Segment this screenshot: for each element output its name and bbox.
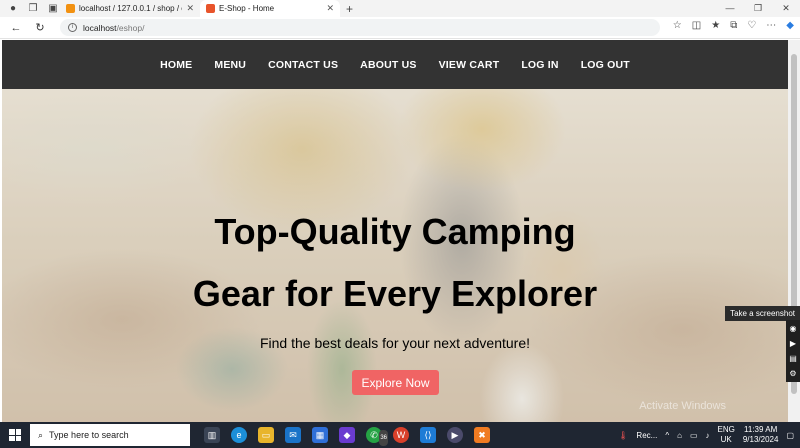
nav-view-cart[interactable]: VIEW CART: [428, 59, 511, 71]
hero-title-line2: Gear for Every Explorer: [192, 273, 598, 314]
close-tab-icon[interactable]: ✕: [326, 3, 334, 14]
site-navbar: HOME MENU CONTACT US ABOUT US VIEW CART …: [2, 40, 788, 89]
whatsapp-badge: 36: [379, 430, 388, 446]
date: 9/13/2024: [742, 435, 779, 444]
url-field[interactable]: i localhost/eshop/: [60, 19, 660, 36]
whatsapp-icon[interactable]: ✆ 36: [366, 427, 388, 446]
recording-icon[interactable]: 🌡: [618, 431, 628, 440]
notifications-icon[interactable]: ▢: [786, 431, 794, 440]
close-tab-icon[interactable]: ✕: [186, 3, 194, 14]
favorites-icon[interactable]: ★: [711, 20, 720, 31]
show-hidden-icons-icon[interactable]: ^: [665, 431, 669, 440]
battery-icon[interactable]: ▭: [690, 431, 698, 440]
workspaces-icon[interactable]: ❐: [26, 2, 40, 16]
hero-content: Top-Quality Camping Gear for Every Explo…: [2, 89, 788, 422]
start-button[interactable]: [6, 426, 24, 444]
recording-label[interactable]: Rec...: [636, 431, 657, 440]
phpmyadmin-favicon-icon: [66, 4, 75, 13]
task-view-icon[interactable]: ▥: [204, 427, 220, 443]
url-path: /eshop/: [116, 22, 145, 33]
split-screen-icon[interactable]: ◫: [692, 20, 701, 31]
capture-toolbar: ◉ ▶ ▤ ⚙: [786, 320, 800, 382]
system-tray: 🌡 Rec... ^ ⌂ ▭ ♪ ENG UK 11:39 AM 9/13/20…: [618, 422, 794, 448]
copilot-icon[interactable]: ◆: [786, 20, 794, 31]
browser-essentials-icon[interactable]: ♡: [747, 20, 756, 31]
nav-contact-us[interactable]: CONTACT US: [257, 59, 349, 71]
windows-taskbar: ⌕ Type here to search ▥ e ▭ ✉ ▦ ◆ ✆ 36 W …: [0, 422, 800, 448]
copilot-taskbar-icon[interactable]: ◆: [339, 427, 355, 443]
url-host: localhost: [83, 22, 117, 33]
extensions-icon[interactable]: ⋯: [766, 20, 776, 31]
collections-icon[interactable]: ⧉: [730, 20, 737, 31]
close-window-icon[interactable]: ✕: [772, 0, 800, 17]
explore-now-button[interactable]: Explore Now: [352, 370, 439, 395]
reload-icon[interactable]: ↻: [32, 21, 48, 34]
tab-phpmyadmin[interactable]: localhost / 127.0.0.1 / shop / orde ✕: [60, 0, 200, 17]
region: UK: [720, 435, 732, 444]
file-explorer-icon[interactable]: ▭: [258, 427, 274, 443]
browser-tab-strip: ● ❐ ▣ localhost / 127.0.0.1 / shop / ord…: [0, 0, 800, 17]
mail-icon[interactable]: ✉: [285, 427, 301, 443]
video-icon[interactable]: ▶: [790, 339, 796, 348]
screenshot-tooltip: Take a screenshot: [725, 306, 800, 321]
hero-section: Top-Quality Camping Gear for Every Explo…: [2, 89, 788, 422]
nav-menu[interactable]: MENU: [203, 59, 257, 71]
language: ENG: [717, 425, 735, 434]
tab-title: E-Shop - Home: [219, 4, 275, 13]
tab-eshop-home[interactable]: E-Shop - Home ✕: [200, 0, 340, 17]
restore-icon[interactable]: ❐: [744, 0, 772, 17]
profile-icon[interactable]: ●: [6, 2, 20, 16]
store-icon[interactable]: ▦: [312, 427, 328, 443]
address-bar: ← ↻ i localhost/eshop/ ☆ ◫ ★ ⧉ ♡ ⋯ ◆: [0, 17, 800, 39]
hero-subtitle: Find the best deals for your next advent…: [259, 335, 531, 351]
nav-about-us[interactable]: ABOUT US: [349, 59, 427, 71]
search-placeholder: Type here to search: [49, 430, 129, 440]
hero-title: Top-Quality Camping Gear for Every Explo…: [2, 201, 788, 325]
site-info-icon[interactable]: i: [68, 23, 77, 32]
wps-office-icon[interactable]: W: [393, 427, 409, 443]
network-icon[interactable]: ⌂: [677, 431, 682, 440]
minimize-icon[interactable]: —: [716, 0, 744, 17]
xampp-icon[interactable]: ✖: [474, 427, 490, 443]
back-icon[interactable]: ←: [8, 22, 24, 34]
browser-toolbar: ☆ ◫ ★ ⧉ ♡ ⋯ ◆: [673, 20, 794, 31]
time: 11:39 AM: [744, 425, 778, 434]
favorite-star-icon[interactable]: ☆: [673, 20, 682, 31]
gallery-icon[interactable]: ▤: [789, 354, 797, 363]
nav-log-in[interactable]: LOG IN: [510, 59, 569, 71]
nav-log-out[interactable]: LOG OUT: [570, 59, 641, 71]
search-icon: ⌕: [38, 429, 44, 440]
clock[interactable]: 11:39 AM 9/13/2024: [743, 425, 779, 445]
volume-icon[interactable]: ♪: [706, 431, 710, 440]
taskbar-search[interactable]: ⌕ Type here to search: [30, 424, 190, 446]
window-controls: — ❐ ✕: [716, 0, 800, 17]
camera-icon[interactable]: ◉: [790, 324, 797, 333]
new-tab-icon[interactable]: +: [346, 2, 353, 16]
media-player-icon[interactable]: ▶: [447, 427, 463, 443]
settings-icon[interactable]: ⚙: [789, 369, 796, 378]
nav-home[interactable]: HOME: [149, 59, 203, 71]
activate-windows-watermark: Activate Windows: [639, 400, 726, 412]
tab-title: localhost / 127.0.0.1 / shop / orde: [79, 4, 182, 13]
url-text: localhost/eshop/: [83, 23, 144, 33]
edge-icon[interactable]: e: [231, 427, 247, 443]
hero-title-line1: Top-Quality Camping: [214, 211, 576, 252]
taskbar-apps: ▥ e ▭ ✉ ▦ ◆ ✆ 36 W ⟨⟩ ▶ ✖: [204, 427, 490, 446]
vscode-icon[interactable]: ⟨⟩: [420, 427, 436, 443]
eshop-favicon-icon: [206, 4, 215, 13]
tab-actions-icon[interactable]: ▣: [46, 2, 60, 16]
language-indicator[interactable]: ENG UK: [718, 425, 735, 445]
web-page: HOME MENU CONTACT US ABOUT US VIEW CART …: [2, 40, 788, 422]
